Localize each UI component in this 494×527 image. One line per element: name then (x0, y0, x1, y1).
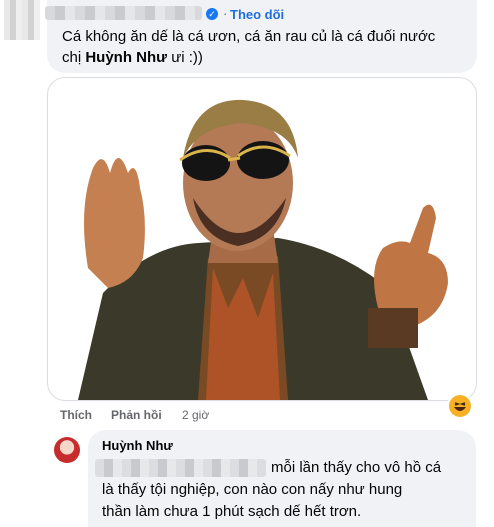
reply-button[interactable]: Phản hồi (111, 408, 162, 422)
reply-text-line-3: thần làm chưa 1 phút sạch dế hết trơn. (102, 503, 362, 520)
comment-text-line-1: Cá không ăn dế là cá ươn, cá ăn rau củ l… (62, 28, 436, 45)
meme-image (78, 99, 448, 400)
verified-badge-icon: ✓ (206, 8, 218, 20)
reply-blurred-text (95, 459, 266, 477)
reply-avatar[interactable] (54, 437, 80, 463)
reply-author-name[interactable]: Huỳnh Như (102, 438, 173, 453)
comment-text-suffix: ưi :)) (167, 49, 203, 66)
commenter-name-blurred[interactable] (45, 6, 202, 20)
comment-media-card[interactable] (47, 77, 477, 401)
haha-face-icon (454, 402, 466, 411)
follow-link[interactable]: Theo dõi (230, 7, 284, 22)
comment-text-line-2: chị Huỳnh Như ưi :)) (62, 48, 203, 68)
separator-dot: · (223, 6, 228, 21)
reply-text-line-2: là thấy tội nghiệp, con nào con nấy như … (102, 481, 403, 498)
commenter-avatar-blurred[interactable] (4, 0, 40, 40)
comment-text-prefix: chị (62, 49, 86, 66)
reply-text-line-1: mỗi lần thấy cho vô hồ cá (271, 459, 442, 476)
haha-reaction-icon[interactable] (449, 395, 471, 417)
comment-timestamp[interactable]: 2 giờ (182, 408, 209, 422)
like-button[interactable]: Thích (60, 408, 92, 422)
mention-link[interactable]: Huỳnh Như (85, 49, 167, 66)
